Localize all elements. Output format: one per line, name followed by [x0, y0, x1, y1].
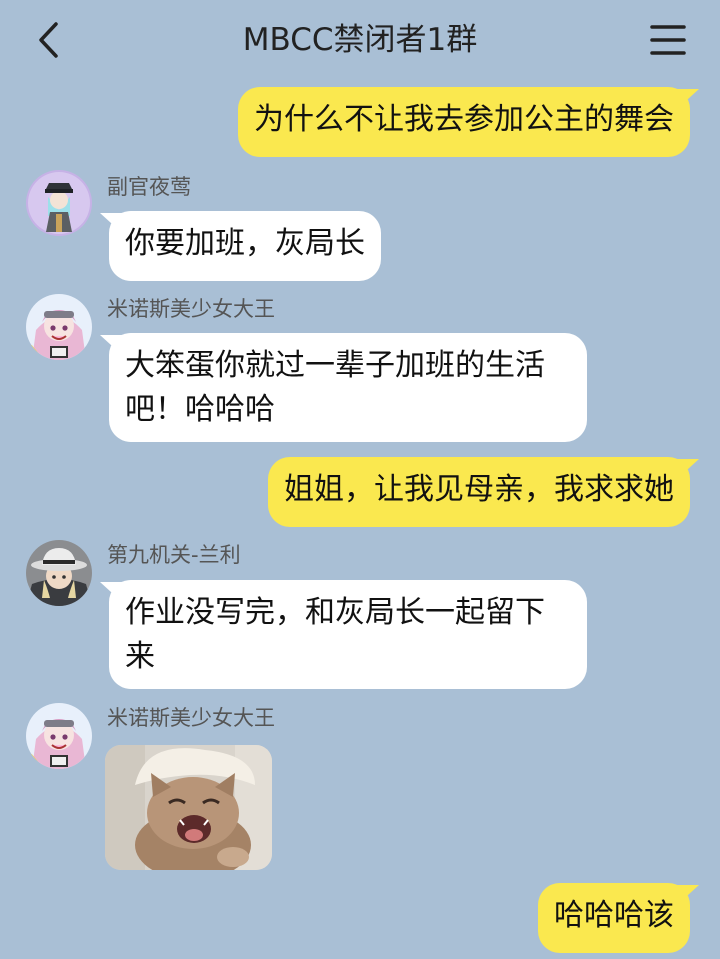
- avatar-pink-girl[interactable]: [26, 703, 92, 769]
- chat-title: MBCC禁闭者1群: [242, 22, 478, 58]
- outgoing-message-bubble[interactable]: 哈哈哈该: [538, 883, 690, 953]
- crying-cat-sticker[interactable]: [105, 745, 272, 870]
- sender-name: 副官夜莺: [107, 175, 191, 199]
- incoming-message-bubble[interactable]: 大笨蛋你就过一辈子加班的生活吧！哈哈哈: [109, 333, 587, 442]
- avatar-hat-man[interactable]: [26, 540, 92, 606]
- chat-header: MBCC禁闭者1群: [0, 0, 720, 80]
- sender-name: 第九机关-兰利: [107, 543, 241, 567]
- outgoing-message-bubble[interactable]: 为什么不让我去参加公主的舞会: [238, 87, 690, 157]
- sender-name: 米诺斯美少女大王: [107, 297, 275, 321]
- menu-button[interactable]: [646, 22, 690, 58]
- incoming-message-bubble[interactable]: 作业没写完，和灰局长一起留下来: [109, 580, 587, 689]
- outgoing-message-bubble[interactable]: 姐姐，让我见母亲，我求求她: [268, 457, 690, 527]
- hamburger-menu-icon: [650, 25, 686, 55]
- avatar-officer[interactable]: [26, 170, 92, 236]
- sender-name: 米诺斯美少女大王: [107, 706, 275, 730]
- incoming-message-bubble[interactable]: 你要加班，灰局长: [109, 211, 381, 281]
- avatar-pink-girl[interactable]: [26, 294, 92, 360]
